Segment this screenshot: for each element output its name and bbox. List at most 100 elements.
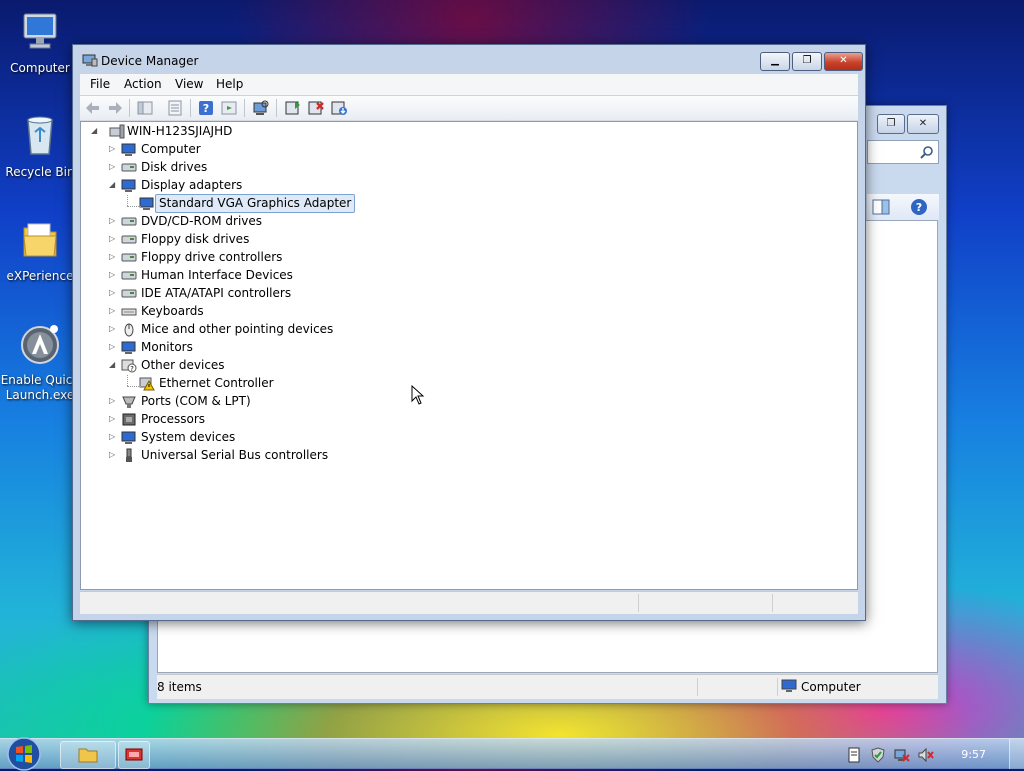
scan-hardware-icon[interactable] bbox=[253, 100, 269, 116]
device-manager-app-icon bbox=[82, 54, 98, 67]
toolbar: ? bbox=[80, 96, 858, 121]
system-device-icon bbox=[121, 431, 136, 444]
security-shield-icon[interactable] bbox=[870, 747, 886, 763]
enable-device-icon[interactable] bbox=[331, 100, 347, 116]
tree-item-label: Standard VGA Graphics Adapter bbox=[155, 194, 356, 213]
dvd-drive-icon bbox=[121, 217, 137, 226]
floppy-disk-icon bbox=[121, 235, 137, 244]
tree-item-label: Monitors bbox=[141, 340, 193, 354]
expand-arrow-icon[interactable]: ▷ bbox=[109, 343, 117, 351]
desktop-icon-label: Enable Quick bbox=[0, 373, 80, 387]
mouse-pointer-icon bbox=[411, 385, 425, 405]
action-center-icon[interactable] bbox=[846, 747, 862, 763]
taskbar-device-manager-button[interactable] bbox=[118, 741, 150, 769]
toolbar-separator bbox=[276, 99, 277, 117]
expand-arrow-icon[interactable]: ▷ bbox=[109, 415, 117, 423]
properties-icon[interactable] bbox=[167, 100, 183, 116]
menu-action[interactable]: Action bbox=[124, 77, 162, 91]
expand-arrow-icon[interactable]: ▷ bbox=[109, 253, 117, 261]
expand-arrow-icon[interactable]: ▷ bbox=[109, 235, 117, 243]
tree-item-label: Floppy drive controllers bbox=[141, 250, 283, 264]
tree-item-label: Human Interface Devices bbox=[141, 268, 293, 282]
tree-connector-line bbox=[127, 195, 128, 206]
port-icon bbox=[122, 396, 136, 408]
tree-item-label: Display adapters bbox=[141, 178, 243, 192]
network-disconnected-icon[interactable] bbox=[894, 747, 910, 763]
taskbar-explorer-button[interactable] bbox=[60, 741, 116, 769]
expand-arrow-icon[interactable]: ▷ bbox=[109, 307, 117, 315]
ide-controller-icon bbox=[121, 289, 137, 298]
tree-root-label: WIN-H123SJIAJHD bbox=[127, 124, 233, 138]
tree-item-label: Processors bbox=[141, 412, 206, 426]
desktop-icon-computer[interactable]: Computer bbox=[0, 10, 80, 76]
desktop-icon-label: Recycle Bin bbox=[5, 165, 75, 179]
title-bar[interactable]: Device Manager ▁ ❐ ✕ bbox=[73, 45, 865, 74]
usb-icon bbox=[126, 448, 132, 462]
collapse-arrow-icon[interactable]: ◢ bbox=[109, 361, 117, 369]
expand-arrow-icon[interactable]: ▷ bbox=[109, 163, 117, 171]
display-adapter-icon bbox=[139, 197, 154, 210]
help-icon[interactable]: ? bbox=[910, 198, 928, 216]
menu-view[interactable]: View bbox=[175, 77, 203, 91]
explorer-restore-button[interactable]: ❐ bbox=[877, 114, 905, 134]
tree-item-label: Keyboards bbox=[141, 304, 204, 318]
toolbar-separator bbox=[129, 99, 130, 117]
folder-icon bbox=[78, 748, 98, 763]
preview-pane-icon[interactable] bbox=[872, 199, 890, 215]
status-bar bbox=[80, 591, 858, 614]
help-icon[interactable]: ? bbox=[198, 100, 214, 116]
expand-arrow-icon[interactable]: ▷ bbox=[109, 271, 117, 279]
expand-arrow-icon[interactable]: ▷ bbox=[109, 397, 117, 405]
desktop-icon-recycle-bin[interactable]: Recycle Bin bbox=[0, 114, 80, 180]
menu-file[interactable]: File bbox=[90, 77, 110, 91]
tree-item-label: DVD/CD-ROM drives bbox=[141, 214, 263, 228]
tree-item-label: Computer bbox=[141, 142, 201, 156]
device-manager-app-icon bbox=[125, 748, 143, 761]
expand-arrow-icon[interactable]: ▷ bbox=[109, 433, 117, 441]
mouse-icon bbox=[124, 323, 134, 337]
menu-help[interactable]: Help bbox=[216, 77, 243, 91]
update-driver-icon[interactable] bbox=[285, 100, 301, 116]
expand-arrow-icon[interactable]: ▷ bbox=[109, 289, 117, 297]
explorer-close-button[interactable]: ✕ bbox=[907, 114, 939, 134]
expand-arrow-icon[interactable]: ▷ bbox=[109, 325, 117, 333]
collapse-arrow-icon[interactable]: ◢ bbox=[109, 181, 117, 189]
explorer-search-input[interactable] bbox=[867, 140, 939, 164]
show-action-pane-icon[interactable] bbox=[221, 100, 237, 116]
start-button[interactable] bbox=[2, 735, 46, 771]
expand-arrow-icon[interactable]: ▷ bbox=[109, 217, 117, 225]
clock[interactable]: 9:57 bbox=[961, 748, 986, 761]
device-tree[interactable]: ◢ WIN-H123SJIAJHD ▷ Computer ▷ Disk drives ◢… bbox=[80, 121, 858, 590]
desktop-icon-label: eXPerience bbox=[6, 269, 74, 283]
folder-icon bbox=[23, 223, 57, 257]
expand-arrow-icon[interactable]: ▷ bbox=[109, 145, 117, 153]
desktop-icon-experience[interactable]: eXPerience bbox=[0, 218, 80, 284]
desktop-icon-quick-launch[interactable]: Enable Quick Launch.exe bbox=[0, 322, 80, 403]
tree-connector-line bbox=[127, 206, 141, 207]
close-button[interactable]: ✕ bbox=[824, 52, 863, 71]
back-icon[interactable] bbox=[85, 100, 101, 116]
svg-text:?: ? bbox=[203, 102, 209, 115]
desktop-icon-label: Computer bbox=[10, 61, 70, 75]
window-title: Device Manager bbox=[101, 54, 199, 68]
collapse-arrow-icon[interactable]: ◢ bbox=[91, 127, 99, 135]
uninstall-device-icon[interactable] bbox=[308, 100, 324, 116]
volume-muted-icon[interactable] bbox=[918, 747, 934, 763]
menu-bar: File Action View Help bbox=[80, 74, 858, 95]
recycle-bin-icon bbox=[27, 116, 53, 155]
device-manager-window[interactable]: Device Manager ▁ ❐ ✕ File Action View He… bbox=[72, 44, 866, 621]
minimize-button[interactable]: ▁ bbox=[760, 52, 790, 71]
warning-device-icon bbox=[139, 377, 155, 391]
tree-item-label: Disk drives bbox=[141, 160, 208, 174]
tree-connector-line bbox=[127, 375, 128, 386]
forward-icon[interactable] bbox=[107, 100, 123, 116]
tree-item-label: Universal Serial Bus controllers bbox=[141, 448, 329, 462]
status-item-count: 8 items bbox=[157, 680, 202, 694]
maximize-button[interactable]: ❐ bbox=[792, 52, 822, 71]
show-desktop-button[interactable] bbox=[1009, 739, 1024, 769]
expand-arrow-icon[interactable]: ▷ bbox=[109, 451, 117, 459]
computer-icon bbox=[781, 679, 797, 692]
explorer-status-bar: 8 items Computer bbox=[157, 674, 938, 699]
show-hide-console-tree-icon[interactable] bbox=[137, 100, 153, 116]
tree-item-label: Ethernet Controller bbox=[159, 376, 274, 390]
